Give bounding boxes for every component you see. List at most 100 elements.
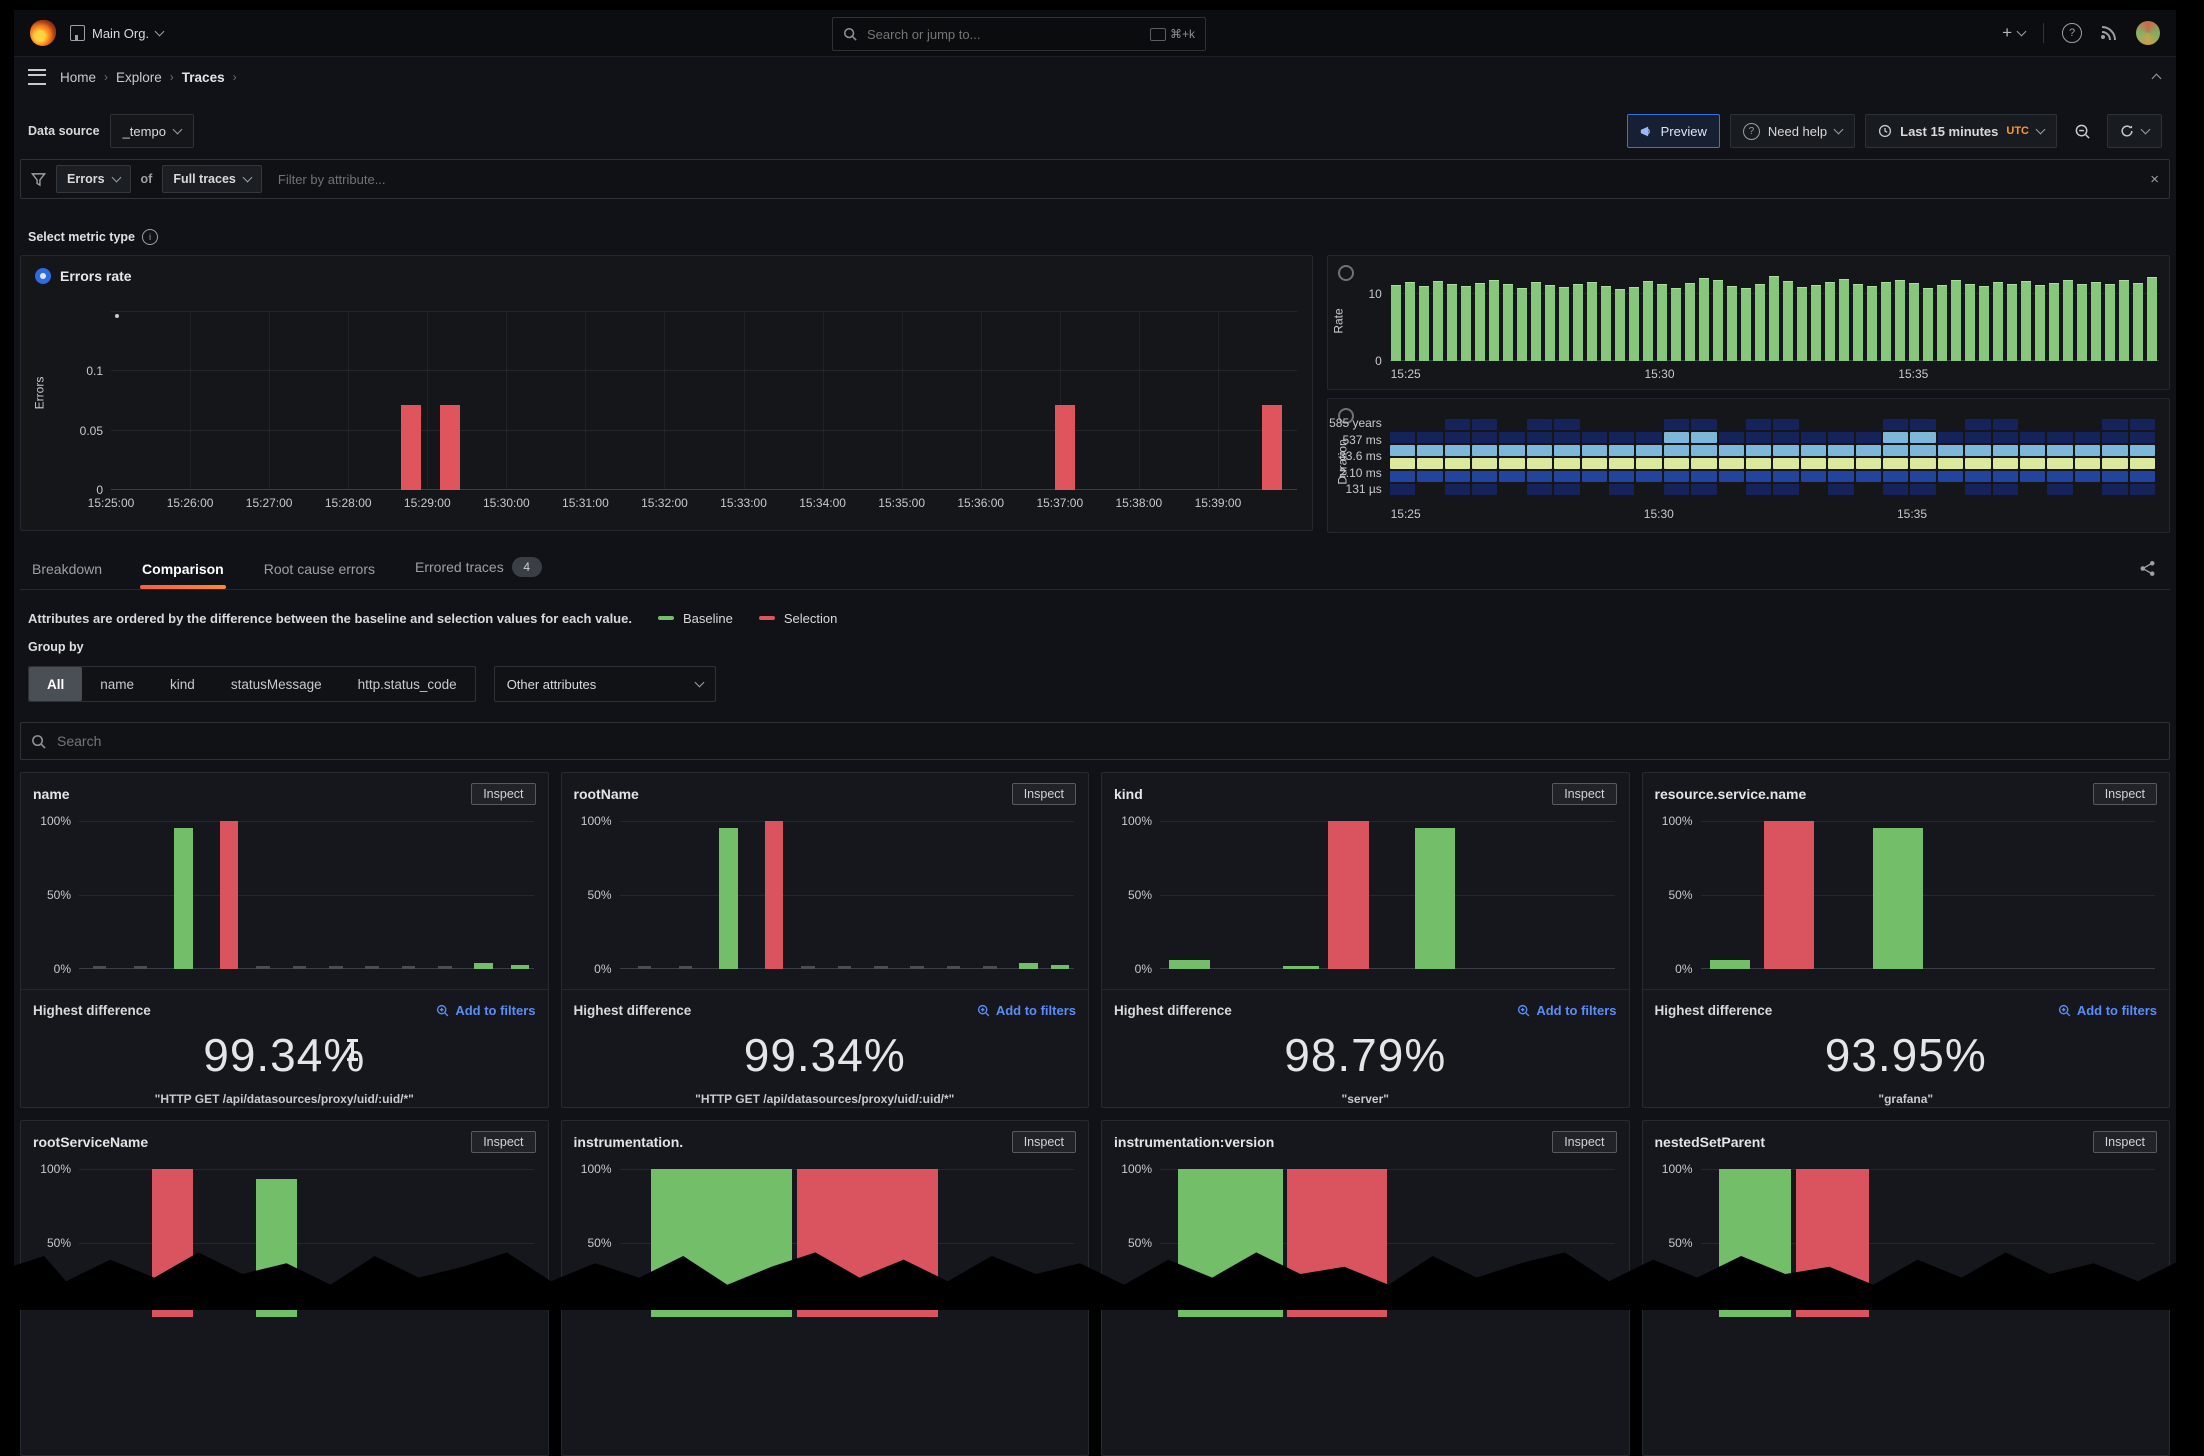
global-search[interactable]: ⌘+k	[832, 17, 1206, 51]
panel-title: kind	[1114, 786, 1143, 802]
errors-y-axis-label: Errors	[32, 377, 46, 410]
inspect-button[interactable]: Inspect	[471, 1131, 535, 1153]
inspect-button[interactable]: Inspect	[1552, 783, 1616, 805]
radio-selected-icon	[35, 268, 51, 284]
tab-comparison[interactable]: Comparison	[140, 561, 226, 589]
highest-difference-caption: "HTTP GET /api/datasources/proxy/uid/:ui…	[574, 1092, 1077, 1106]
panel-chart: 100%50%0%	[1701, 821, 2156, 969]
highest-difference-value: 93.95%	[1655, 1028, 2158, 1082]
add-to-filters-button[interactable]: Add to filters	[977, 1003, 1076, 1018]
comparison-panel-resource-service-name: resource.service.name Inspect 100%50%0% …	[1642, 772, 2171, 1108]
org-switcher[interactable]: Main Org.	[70, 25, 163, 41]
other-attributes-dropdown[interactable]: Other attributes	[494, 666, 716, 702]
news-rss-icon[interactable]	[2100, 24, 2118, 42]
comparison-panel-rootname: rootName Inspect 100%50%0% Highest diffe…	[561, 772, 1090, 1108]
filter-funnel-icon	[31, 172, 46, 187]
global-search-input[interactable]	[865, 26, 1142, 43]
errored-traces-badge: 4	[512, 557, 542, 577]
timezone-label: UTC	[2006, 125, 2029, 137]
collapse-chevron-up-icon[interactable]	[2152, 74, 2162, 84]
group-by-options: AllnamekindstatusMessagehttp.status_code	[28, 666, 476, 702]
search-plus-icon	[977, 1004, 990, 1017]
inspect-button[interactable]: Inspect	[1012, 783, 1076, 805]
filter-metric-dropdown[interactable]: Errors	[56, 165, 131, 193]
refresh-button[interactable]	[2107, 114, 2162, 148]
filter-attribute-input[interactable]: Filter by attribute...	[278, 172, 386, 187]
datasource-value: _tempo	[123, 124, 166, 139]
errors-rate-radio-label: Errors rate	[60, 268, 132, 284]
add-to-filters-button[interactable]: Add to filters	[1517, 1003, 1616, 1018]
keyboard-icon	[1150, 28, 1166, 41]
panel-chart: 100%50%0%	[620, 821, 1075, 969]
inspect-button[interactable]: Inspect	[2093, 1131, 2157, 1153]
filter-of-label: of	[141, 172, 153, 186]
panel-footer: Highest difference Add to filters 93.95%…	[1643, 995, 2170, 1114]
tab-breakdown[interactable]: Breakdown	[30, 561, 104, 589]
highest-difference-label: Highest difference	[33, 1003, 151, 1018]
rate-panel: Rate 10015:2515:3015:35	[1327, 255, 2170, 390]
add-to-filters-button[interactable]: Add to filters	[436, 1003, 535, 1018]
new-menu-button[interactable]: +	[2002, 23, 2025, 43]
preview-button[interactable]: Preview	[1627, 114, 1720, 148]
datasource-label: Data source	[28, 124, 100, 138]
comparison-panels-row-1: name Inspect 100%50%0% Highest differenc…	[20, 772, 2170, 1108]
chevron-down-icon	[155, 27, 165, 37]
megaphone-icon	[1640, 125, 1653, 138]
inspect-button[interactable]: Inspect	[471, 783, 535, 805]
chevron-down-icon	[111, 173, 121, 183]
zoom-out-button[interactable]	[2067, 116, 2097, 146]
filter-scope-dropdown[interactable]: Full traces	[162, 165, 262, 193]
comparison-panel-kind: kind Inspect 100%50%0% Highest differenc…	[1101, 772, 1630, 1108]
tab-errored-traces[interactable]: Errored traces 4	[413, 557, 544, 589]
attribute-search[interactable]	[20, 722, 2170, 760]
time-range-value: Last 15 minutes	[1900, 124, 1998, 139]
breadcrumb-traces[interactable]: Traces	[182, 70, 225, 85]
chevron-down-icon	[2036, 125, 2046, 135]
menu-icon[interactable]	[28, 69, 46, 85]
breadcrumb-explore[interactable]: Explore	[116, 70, 162, 85]
panel-divider	[562, 989, 1089, 990]
search-shortcut: ⌘+k	[1150, 27, 1195, 41]
help-icon[interactable]: ?	[2062, 23, 2082, 43]
panel-chart: 100%50%0%	[79, 821, 534, 969]
inspect-button[interactable]: Inspect	[2093, 783, 2157, 805]
datasource-picker[interactable]: _tempo	[110, 114, 194, 148]
breadcrumb-separator: ›	[104, 70, 108, 84]
highest-difference-label: Highest difference	[1114, 1003, 1232, 1018]
breadcrumb: Home › Explore › Traces ›	[60, 70, 237, 85]
time-range-picker[interactable]: Last 15 minutes UTC	[1865, 114, 2057, 148]
tab-root-cause-errors[interactable]: Root cause errors	[262, 561, 377, 589]
errors-rate-radio[interactable]: Errors rate	[35, 268, 132, 284]
group-option-http-status-code[interactable]: http.status_code	[340, 667, 475, 701]
search-icon	[843, 27, 857, 41]
legend-baseline: Baseline	[658, 611, 733, 626]
attribute-search-input[interactable]	[55, 732, 2159, 750]
highest-difference-value: 98.79%	[1114, 1028, 1617, 1082]
add-to-filters-button[interactable]: Add to filters	[2058, 1003, 2157, 1018]
breadcrumb-separator: ›	[233, 70, 237, 84]
org-icon	[70, 25, 85, 41]
question-icon: ?	[1743, 123, 1760, 140]
clock-icon	[1878, 124, 1892, 138]
panel-title: instrumentation.	[574, 1134, 684, 1150]
close-icon[interactable]: ×	[2150, 171, 2159, 188]
share-icon[interactable]	[2139, 560, 2156, 577]
group-option-all[interactable]: All	[29, 667, 82, 701]
user-avatar[interactable]	[2136, 21, 2160, 45]
info-icon[interactable]: i	[142, 229, 158, 245]
need-help-button[interactable]: ? Need help	[1730, 114, 1855, 148]
explore-traces-content: Data source _tempo Preview ? Need help L…	[14, 113, 2176, 1456]
divider	[2043, 23, 2044, 43]
panel-title: rootName	[574, 786, 639, 802]
inspect-button[interactable]: Inspect	[1552, 1131, 1616, 1153]
highest-difference-value: 99.34%	[33, 1028, 536, 1082]
group-option-name[interactable]: name	[82, 667, 152, 701]
panel-divider	[21, 989, 548, 990]
group-option-kind[interactable]: kind	[152, 667, 213, 701]
inspect-button[interactable]: Inspect	[1012, 1131, 1076, 1153]
filter-bar[interactable]: Errors of Full traces Filter by attribut…	[20, 159, 2170, 199]
breadcrumb-home[interactable]: Home	[60, 70, 96, 85]
grafana-logo-icon[interactable]	[30, 20, 56, 46]
group-option-statusmessage[interactable]: statusMessage	[213, 667, 340, 701]
rate-radio[interactable]	[1338, 265, 1354, 281]
